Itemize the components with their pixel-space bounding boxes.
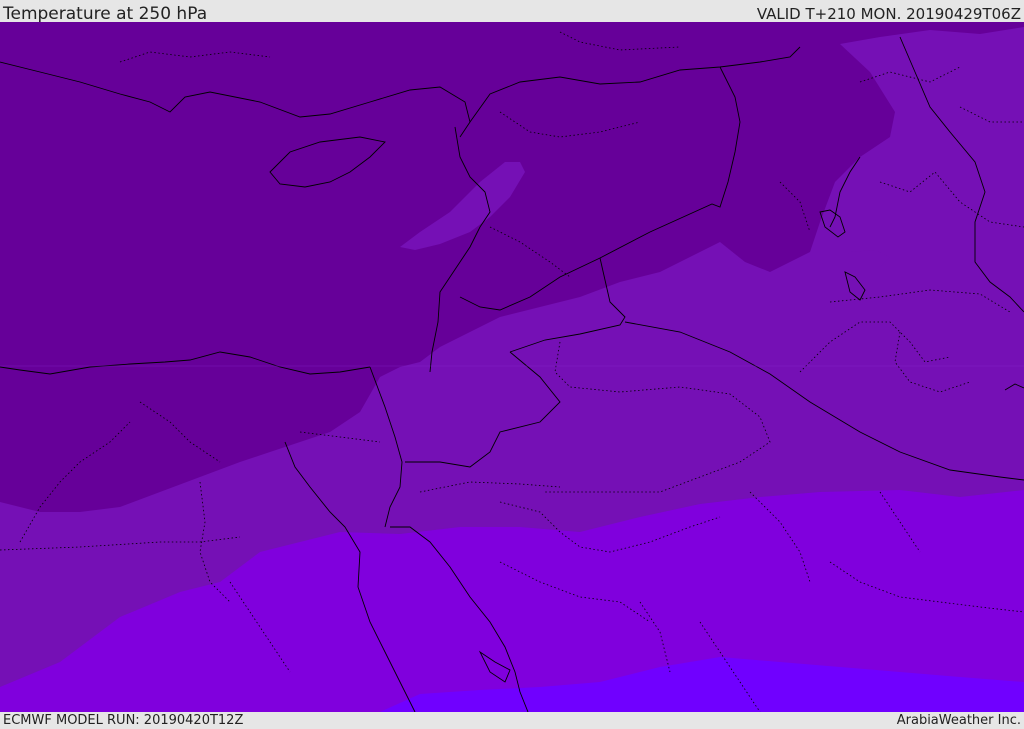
temperature-map[interactable] (0, 22, 1024, 712)
header-bar: Temperature at 250 hPa VALID T+210 MON. … (0, 0, 1024, 24)
map-canvas (0, 22, 1024, 712)
map-title: Temperature at 250 hPa (3, 4, 208, 24)
credit-label: ArabiaWeather Inc. (896, 713, 1021, 728)
weather-map-page: Temperature at 250 hPa VALID T+210 MON. … (0, 0, 1024, 729)
footer-bar: ECMWF MODEL RUN: 20190420T12Z ArabiaWeat… (0, 712, 1024, 729)
model-run-label: ECMWF MODEL RUN: 20190420T12Z (3, 713, 244, 728)
valid-time-label: VALID T+210 MON. 20190429T06Z (756, 5, 1021, 23)
